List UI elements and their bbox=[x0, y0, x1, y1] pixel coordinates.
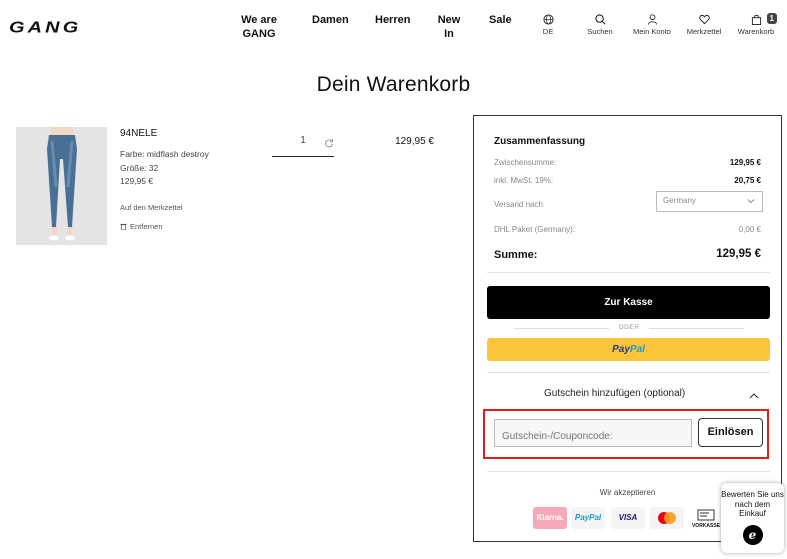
search-icon bbox=[594, 14, 605, 25]
product-color: Farbe: midflash destroy bbox=[120, 149, 209, 159]
voucher-toggle[interactable]: Gutschein hinzufügen (optional) bbox=[544, 388, 685, 399]
globe-icon bbox=[542, 14, 554, 25]
summary-title: Zusammenfassung bbox=[494, 136, 586, 147]
paypal-logo: PayPal bbox=[571, 507, 605, 529]
trusted-shops-widget[interactable]: Bewerten Sie uns nach dem Einkauf e bbox=[721, 483, 784, 553]
jeans-image bbox=[16, 127, 107, 245]
dhl-value: 0,00 € bbox=[738, 225, 761, 234]
cart-button[interactable]: Warenkorb 1 bbox=[731, 13, 781, 36]
bag-icon bbox=[751, 14, 761, 25]
product-size: Größe: 32 bbox=[120, 163, 159, 173]
product-name[interactable]: 94NELE bbox=[120, 128, 157, 139]
page-title: Dein Warenkorb bbox=[316, 73, 471, 96]
checkout-button[interactable]: Zur Kasse bbox=[487, 286, 770, 319]
add-to-wishlist-link[interactable]: Auf den Merkzettel bbox=[120, 203, 183, 212]
voucher-highlight: Einlösen bbox=[483, 409, 769, 459]
line-total: 129,95 € bbox=[395, 136, 434, 147]
search-label: Suchen bbox=[587, 27, 613, 36]
account-label: Mein Konto bbox=[633, 27, 671, 36]
subtotal-label: Zwischensumme: bbox=[494, 158, 557, 167]
svg-text:GANG: GANG bbox=[9, 18, 81, 36]
klarna-logo: Klarna. bbox=[533, 507, 567, 529]
paypal-logo-pay: Pay bbox=[612, 344, 630, 355]
product-price: 129,95 € bbox=[120, 176, 154, 186]
heart-icon bbox=[698, 14, 710, 25]
language-selector[interactable]: DE bbox=[523, 14, 573, 36]
voucher-input[interactable] bbox=[494, 419, 692, 447]
chevron-up-icon[interactable] bbox=[749, 392, 759, 400]
paypal-button[interactable]: PayPal bbox=[487, 338, 770, 361]
remove-link[interactable]: Entfernen bbox=[120, 222, 163, 231]
nav-damen[interactable]: Damen bbox=[312, 13, 349, 27]
invoice-icon bbox=[697, 509, 715, 521]
subtotal-value: 129,95 € bbox=[729, 158, 761, 167]
user-icon bbox=[647, 14, 657, 25]
vat-label: inkl. MwSt. 19%: bbox=[494, 176, 554, 185]
paypal-logo-pal: Pal bbox=[629, 344, 645, 355]
total-label: Summe: bbox=[494, 249, 538, 261]
divider bbox=[487, 272, 770, 273]
shipping-label: Versand nach bbox=[494, 200, 543, 209]
search-button[interactable]: Suchen bbox=[575, 14, 625, 36]
wishlist-label: Merkzettel bbox=[686, 27, 722, 36]
mastercard-logo bbox=[650, 507, 684, 529]
vorkasse-label: VORKASSE bbox=[691, 523, 721, 529]
nav-herren[interactable]: Herren bbox=[375, 13, 410, 27]
redeem-button[interactable]: Einlösen bbox=[698, 418, 763, 447]
language-label: DE bbox=[542, 27, 554, 36]
wishlist-button[interactable]: Merkzettel bbox=[679, 14, 729, 36]
visa-logo: VISA bbox=[611, 507, 645, 529]
total-value: 129,95 € bbox=[716, 248, 761, 260]
cart-label: Warenkorb bbox=[737, 27, 775, 36]
gang-logo[interactable]: GANG bbox=[9, 18, 115, 36]
divider bbox=[487, 471, 770, 472]
nav-we-are-gang[interactable]: We are GANG bbox=[236, 13, 282, 41]
or-separator: ODER bbox=[514, 324, 744, 331]
vat-value: 20,75 € bbox=[734, 176, 761, 185]
vorkasse-logo: VORKASSE bbox=[689, 507, 723, 529]
country-value: Germany bbox=[663, 196, 696, 205]
divider bbox=[487, 372, 770, 373]
trusted-shops-logo: e bbox=[742, 524, 763, 545]
trash-icon bbox=[120, 223, 127, 231]
chevron-down-icon bbox=[747, 199, 755, 204]
country-select[interactable]: Germany bbox=[656, 191, 763, 212]
account-button[interactable]: Mein Konto bbox=[627, 14, 677, 36]
cart-count-badge: 1 bbox=[766, 13, 777, 24]
dhl-label: DHL Paket (Germany): bbox=[494, 225, 576, 234]
refresh-icon[interactable] bbox=[324, 138, 334, 148]
rating-text: Bewerten Sie uns nach dem Einkauf bbox=[721, 490, 784, 518]
nav-new-in[interactable]: New In bbox=[436, 13, 462, 41]
product-image[interactable] bbox=[16, 127, 107, 245]
nav-sale[interactable]: Sale bbox=[489, 13, 512, 27]
order-summary: Zusammenfassung Zwischensumme: 129,95 € … bbox=[473, 115, 782, 542]
remove-label: Entfernen bbox=[130, 222, 163, 231]
